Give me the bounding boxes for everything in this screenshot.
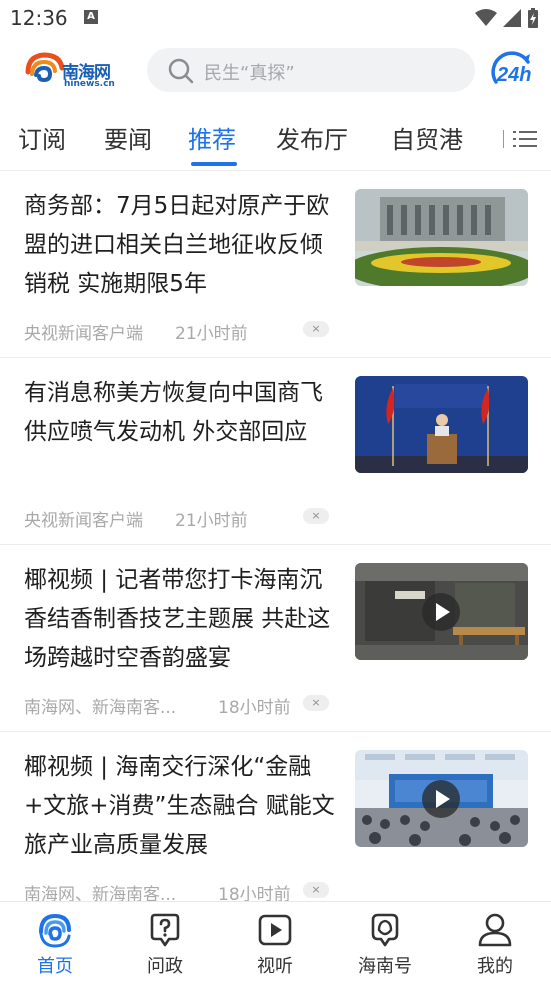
bottom-navigation: 首页 问政 视听 海南号 我的 <box>0 901 551 981</box>
nav-profile[interactable]: 我的 <box>440 902 550 981</box>
24h-news-icon[interactable]: 24h <box>488 50 536 90</box>
news-item[interactable]: 椰视频 | 海南交行深化“金融+文旅+消费”生态融合 赋能文旅产业高质量发展 南… <box>0 732 551 919</box>
close-icon[interactable]: × <box>303 321 329 337</box>
play-icon[interactable] <box>422 593 460 631</box>
search-input[interactable]: 民生“真探” <box>147 48 475 92</box>
brand-logo[interactable]: 南海网 hinews.cn <box>22 48 128 92</box>
status-bar: 12:36 A <box>0 0 551 38</box>
news-time: 21小时前 <box>175 324 248 344</box>
play-icon[interactable] <box>422 780 460 818</box>
nav-home[interactable]: 首页 <box>0 902 110 981</box>
news-thumbnail[interactable] <box>355 376 528 473</box>
app-header: 南海网 hinews.cn 民生“真探” 24h <box>0 40 551 102</box>
channel-menu-icon[interactable] <box>513 128 539 150</box>
status-time: 12:36 <box>10 6 68 30</box>
tab-free-trade-port[interactable]: 自贸港 <box>391 120 463 155</box>
news-title[interactable]: 椰视频 | 记者带您打卡海南沉香结香制香技艺主题展 共赴这场跨越时空香韵盛宴 <box>24 561 340 678</box>
battery-icon <box>528 8 538 28</box>
tab-press-hall[interactable]: 发布厅 <box>276 120 348 155</box>
home-swirl-icon <box>39 913 71 948</box>
status-notification-icon: A <box>84 10 98 24</box>
building-photo <box>355 189 528 286</box>
nav-video[interactable]: 视听 <box>220 902 330 981</box>
news-title[interactable]: 商务部：7月5日起对原产于欧盟的进口相关白兰地征收反倾销税 实施期限5年 <box>24 187 340 304</box>
tab-subscribe[interactable]: 订阅 <box>18 120 66 155</box>
logo-domain: hinews.cn <box>64 79 115 89</box>
close-icon[interactable]: × <box>303 695 329 711</box>
nav-label: 海南号 <box>358 956 412 977</box>
news-title[interactable]: 椰视频 | 海南交行深化“金融+文旅+消费”生态融合 赋能文旅产业高质量发展 <box>24 748 340 865</box>
nav-label: 视听 <box>257 956 293 977</box>
nav-label: 问政 <box>147 956 183 977</box>
nav-label: 我的 <box>477 956 513 977</box>
active-tab-indicator <box>191 162 237 166</box>
leaf-pin-icon <box>371 913 399 947</box>
tab-recommend[interactable]: 推荐 <box>188 120 236 155</box>
news-time: 18小时前 <box>218 698 291 718</box>
press-conference-photo <box>355 376 528 473</box>
nav-label: 首页 <box>37 956 73 977</box>
tab-headlines[interactable]: 要闻 <box>104 120 152 155</box>
play-box-icon <box>258 914 292 946</box>
news-source: 央视新闻客户端 <box>24 511 143 531</box>
news-time: 21小时前 <box>175 511 248 531</box>
status-icons <box>475 8 539 28</box>
news-item[interactable]: 有消息称美方恢复向中国商飞供应喷气发动机 外交部回应 央视新闻客户端 21小时前… <box>0 358 551 545</box>
news-thumbnail[interactable] <box>355 750 528 847</box>
signal-icon <box>503 9 521 27</box>
news-thumbnail[interactable] <box>355 563 528 660</box>
nav-inquiry[interactable]: 问政 <box>110 902 220 981</box>
news-thumbnail[interactable] <box>355 189 528 286</box>
24h-label: 24h <box>496 64 531 86</box>
wifi-icon <box>475 9 497 26</box>
search-icon <box>168 58 194 84</box>
news-source: 央视新闻客户端 <box>24 324 143 344</box>
close-icon[interactable]: × <box>303 508 329 524</box>
search-placeholder: 民生“真探” <box>204 63 295 84</box>
user-icon <box>478 913 512 947</box>
swirl-logo-icon <box>25 52 65 83</box>
news-item[interactable]: 椰视频 | 记者带您打卡海南沉香结香制香技艺主题展 共赴这场跨越时空香韵盛宴 南… <box>0 545 551 732</box>
tab-divider <box>503 130 504 148</box>
news-title[interactable]: 有消息称美方恢复向中国商飞供应喷气发动机 外交部回应 <box>24 374 340 452</box>
nav-hainan-account[interactable]: 海南号 <box>330 902 440 981</box>
question-bubble-icon <box>150 913 180 947</box>
news-source: 南海网、新海南客... <box>24 698 177 718</box>
close-icon[interactable]: × <box>303 882 329 898</box>
news-item[interactable]: 商务部：7月5日起对原产于欧盟的进口相关白兰地征收反倾销税 实施期限5年 央视新… <box>0 171 551 358</box>
category-tabs: 订阅 要闻 推荐 发布厅 自贸港 <box>0 110 551 170</box>
